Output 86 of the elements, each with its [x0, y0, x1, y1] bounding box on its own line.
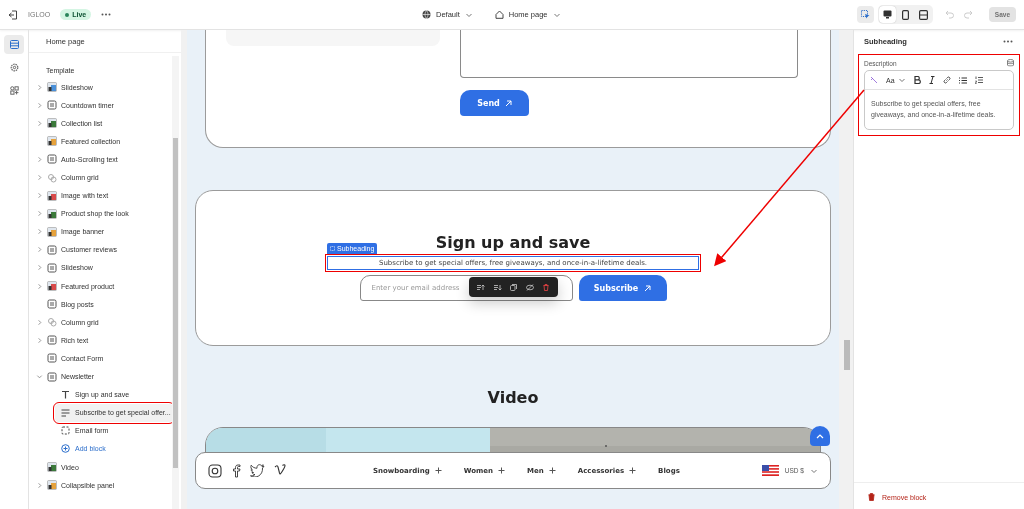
thumbnail-icon [47, 82, 57, 93]
chevron-icon[interactable] [35, 318, 43, 326]
fullscreen-icon [918, 9, 928, 20]
chevron-icon[interactable] [35, 246, 43, 254]
chevron-icon[interactable] [35, 210, 43, 218]
twitter-icon [250, 463, 265, 477]
vimeo-icon [274, 463, 287, 476]
section-icon [47, 263, 57, 273]
flag-icon [761, 465, 779, 476]
settings-icon [9, 63, 19, 72]
globe-icon [422, 10, 431, 19]
section-icon [47, 335, 57, 346]
scroll-top-button[interactable] [810, 426, 830, 446]
plus-icon [548, 467, 556, 474]
home-icon [494, 10, 504, 19]
scrollbar[interactable] [172, 56, 179, 509]
chevron-icon[interactable] [35, 101, 43, 109]
chevron-icon[interactable] [35, 83, 43, 91]
plus-circle-icon [61, 444, 70, 454]
chevron-icon[interactable] [35, 174, 43, 181]
chevron-icon[interactable] [35, 336, 43, 344]
desktop-icon [882, 10, 892, 19]
trash-icon [868, 493, 875, 501]
chevron-icon[interactable] [35, 481, 43, 489]
duplicate-icon[interactable] [510, 283, 518, 291]
plus-icon [498, 467, 505, 474]
text-icon [61, 390, 70, 400]
move-down-icon[interactable] [493, 283, 502, 291]
link-icon[interactable] [942, 76, 951, 84]
inspector-icon [860, 10, 870, 19]
inspector-toggle[interactable] [856, 6, 874, 23]
numbered-list-icon[interactable] [974, 76, 983, 84]
chevron-icon [897, 76, 906, 84]
thumbnail-icon [47, 281, 57, 292]
section-icon [47, 371, 57, 382]
section-icon [47, 100, 57, 111]
thumbnail-icon [47, 190, 57, 201]
video-heading: Video [487, 388, 539, 407]
hide-icon[interactable] [526, 283, 535, 291]
view-button[interactable] [878, 6, 896, 23]
paragraph-icon [61, 408, 70, 417]
chevron-icon[interactable] [35, 228, 43, 236]
thumbnail-icon [47, 480, 57, 491]
thumbnail-icon [47, 136, 57, 147]
move-up-icon[interactable] [476, 283, 485, 291]
section-icon [47, 299, 57, 310]
subscribe-button[interactable]: Subscribe [578, 275, 667, 301]
dashed-square-icon [61, 426, 70, 436]
chevron-icon[interactable] [35, 155, 43, 163]
section-icon [47, 244, 57, 255]
section-icon [47, 317, 57, 328]
thumbnail-icon [47, 462, 57, 472]
italic-icon[interactable] [928, 76, 935, 84]
delete-icon[interactable] [543, 283, 550, 291]
arrow-icon [644, 284, 652, 292]
plus-icon [434, 467, 442, 474]
thumbnail-icon [47, 208, 57, 219]
send-button[interactable]: Send [460, 90, 529, 116]
exit-icon[interactable] [8, 9, 18, 20]
chevron-icon[interactable] [35, 282, 43, 290]
section-icon [47, 172, 57, 183]
chevron-icon[interactable] [35, 119, 43, 127]
instagram-icon [208, 463, 222, 478]
mobile-icon [901, 9, 909, 20]
bulleted-list-icon[interactable] [958, 76, 967, 84]
message-field[interactable] [460, 30, 798, 78]
section-icon [47, 154, 57, 165]
database-icon[interactable] [1007, 59, 1014, 67]
thumbnail-icon [47, 226, 57, 237]
chevron-icon[interactable] [35, 373, 43, 381]
input-field[interactable] [226, 30, 440, 46]
arrow-icon [504, 99, 512, 107]
newsletter-heading: Sign up and save [435, 233, 591, 252]
apps-icon [9, 86, 19, 95]
chevron-icon[interactable] [35, 192, 43, 200]
chevron-up-icon [816, 433, 824, 439]
sections-icon [9, 40, 19, 49]
rail-button[interactable] [4, 35, 24, 54]
plus-icon [629, 467, 637, 474]
section-icon [47, 353, 57, 364]
chevron-icon[interactable] [35, 264, 43, 272]
facebook-icon [231, 463, 241, 478]
more-icon[interactable] [101, 13, 112, 16]
bold-icon[interactable] [913, 76, 921, 84]
more-icon[interactable] [1003, 39, 1013, 43]
thumbnail-icon [47, 118, 57, 129]
